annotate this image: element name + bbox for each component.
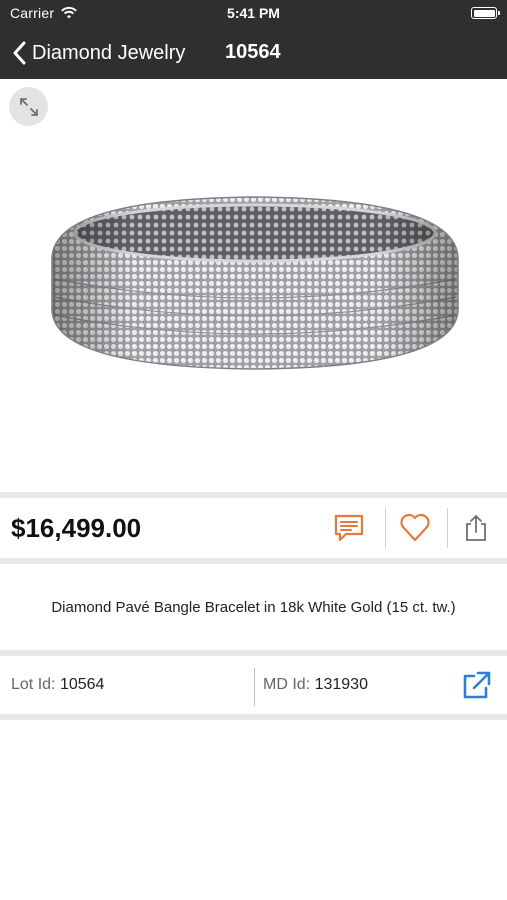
action-separator — [447, 508, 448, 548]
lot-id-value: 10564 — [59, 676, 105, 693]
battery-icon — [471, 7, 500, 19]
share-icon — [466, 515, 486, 541]
lot-id: Lot Id: 10564 — [11, 676, 104, 694]
product-image[interactable] — [40, 189, 470, 374]
message-button[interactable] — [331, 510, 367, 546]
back-button[interactable]: Diamond Jewelry — [12, 38, 185, 68]
external-link-button[interactable] — [458, 668, 494, 704]
message-icon — [334, 514, 364, 542]
navigation-bar: Diamond Jewelry 10564 — [0, 32, 507, 74]
status-time: 5:41 PM — [227, 5, 280, 21]
chevron-left-icon — [13, 41, 26, 65]
action-separator — [385, 508, 386, 548]
md-id: MD Id: 131930 — [263, 676, 368, 694]
expand-icon — [19, 97, 38, 116]
heart-icon — [400, 513, 430, 542]
product-description: Diamond Pavé Bangle Bracelet in 18k Whit… — [51, 598, 456, 616]
share-button[interactable] — [458, 510, 494, 546]
product-price: $16,499.00 — [11, 513, 142, 543]
external-link-icon — [463, 671, 491, 699]
favorite-button[interactable] — [397, 510, 433, 546]
ids-row: Lot Id: 10564 MD Id: 131930 — [0, 656, 507, 714]
md-id-value: 131930 — [314, 676, 368, 693]
product-image-area[interactable] — [0, 79, 507, 492]
page-title: 10564 — [225, 41, 281, 63]
description-row: Diamond Pavé Bangle Bracelet in 18k Whit… — [0, 564, 507, 650]
expand-button[interactable] — [9, 87, 48, 126]
price-row: $16,499.00 — [0, 498, 507, 558]
back-label: Diamond Jewelry — [32, 41, 186, 64]
md-id-label: MD Id: — [263, 676, 311, 693]
status-bar: Carrier 5:41 PM — [0, 0, 507, 28]
section-divider — [0, 714, 507, 720]
top-bar: Carrier 5:41 PM Diamond Jewelry 10564 — [0, 0, 507, 79]
ids-separator — [254, 668, 255, 706]
lot-id-label: Lot Id: — [11, 676, 56, 693]
